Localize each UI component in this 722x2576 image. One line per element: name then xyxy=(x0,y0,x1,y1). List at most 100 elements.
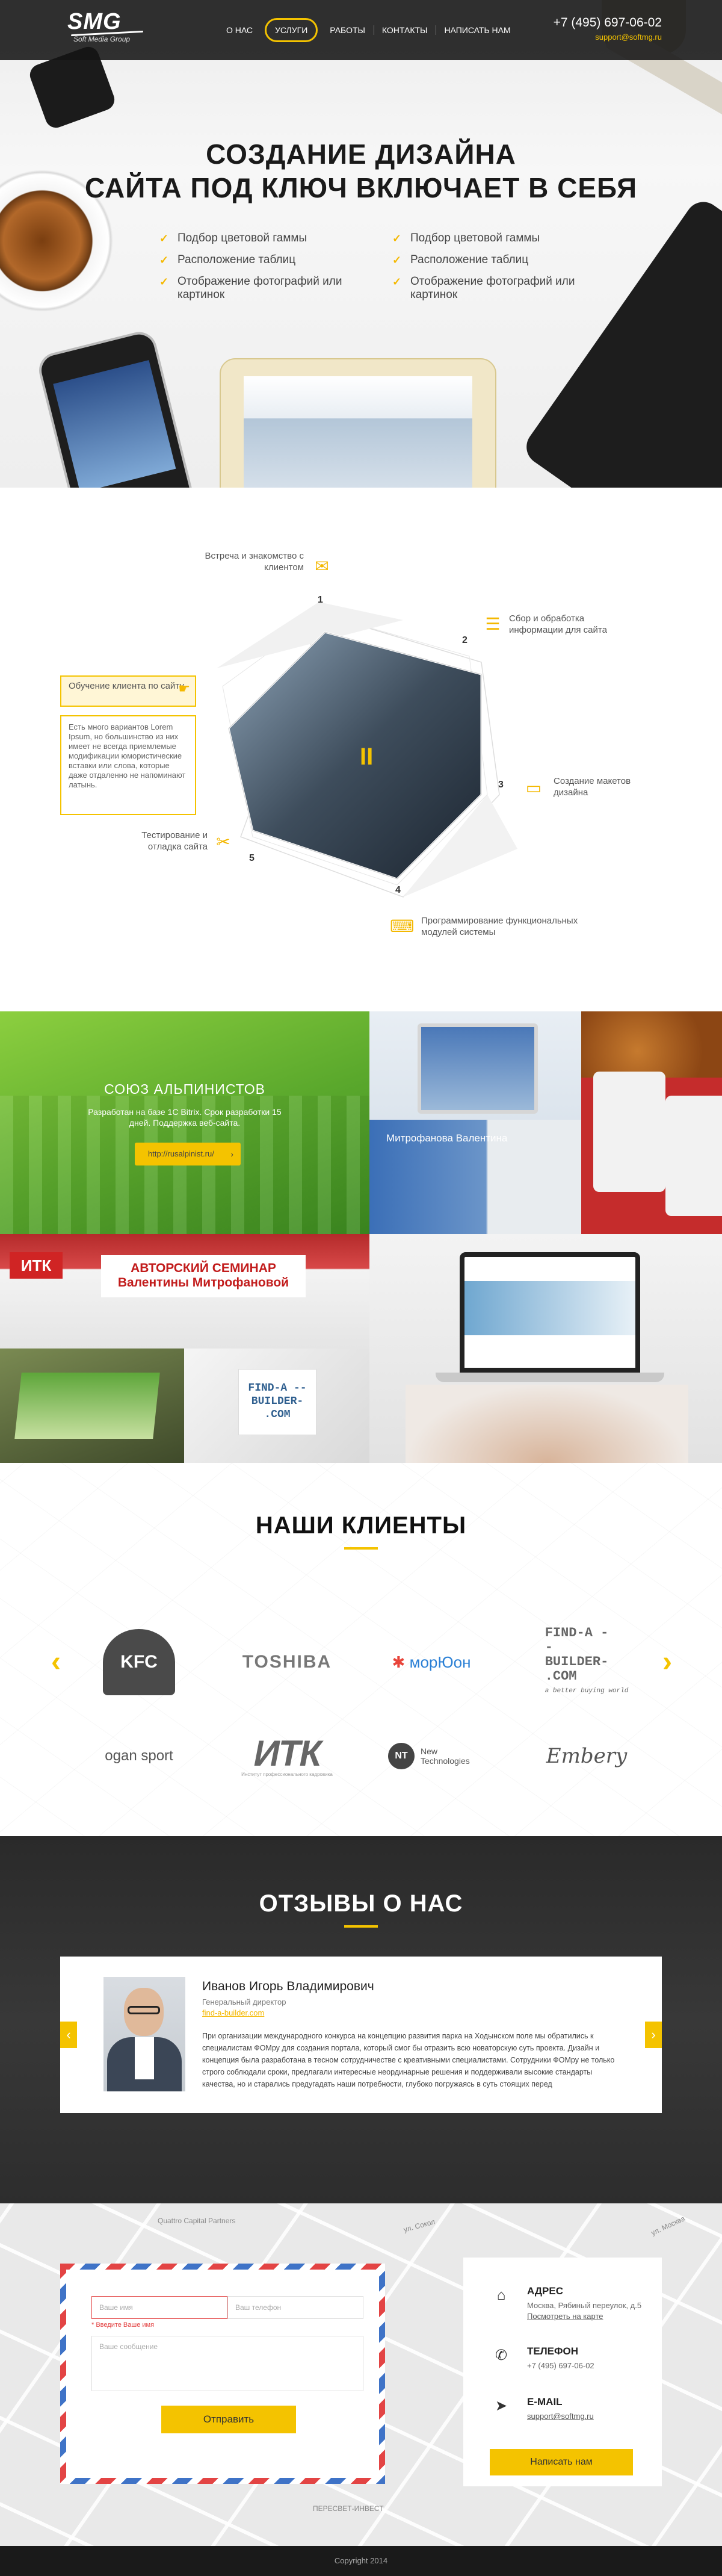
send-icon: ➤ xyxy=(495,2398,508,2414)
step-label: Тестирование и отладка сайта xyxy=(141,830,208,852)
tablet-mockup xyxy=(220,358,496,488)
feature-item: ✓ Подбор цветовой гаммы xyxy=(392,232,540,244)
header-email[interactable]: support@softmg.ru xyxy=(554,33,662,42)
phone-icon: ✆ xyxy=(495,2347,508,2363)
tools-icon: ✂ xyxy=(216,833,230,851)
portfolio-title: СОЮЗ АЛЬПИНИСТОВ xyxy=(104,1081,265,1097)
feature-item: ✓ Отображение фотографий или картинок xyxy=(159,275,342,301)
logo[interactable]: SMG Soft Media Group xyxy=(67,9,143,43)
seminar-heading: АВТОРСКИЙ СЕМИНАР Валентины Митрофановой xyxy=(101,1255,306,1297)
step-number: 3 xyxy=(498,780,504,790)
client-logo-ogan-sport[interactable]: ogan sport xyxy=(82,1723,196,1789)
email-link[interactable]: support@softmg.ru xyxy=(527,2412,594,2421)
chevron-right-icon[interactable]: › xyxy=(658,1647,676,1677)
house-icon: ⌂ xyxy=(496,2287,506,2303)
portfolio-macbook[interactable] xyxy=(369,1234,722,1463)
phone-text[interactable]: +7 (495) 697-06-02 xyxy=(527,2361,594,2370)
client-logo-embery[interactable]: Embery xyxy=(529,1723,644,1789)
nav-contacts[interactable]: КОНТАКТЫ xyxy=(373,18,436,42)
check-icon: ✓ xyxy=(159,254,169,266)
clients-title: НАШИ КЛИЕНТЫ xyxy=(255,1512,467,1539)
email-title: E-MAIL xyxy=(527,2396,563,2407)
header-bar: SMG Soft Media Group О НАС УСЛУГИ РАБОТЫ… xyxy=(0,0,722,60)
portfolio-imac[interactable]: Митрофанова Валентина xyxy=(369,1011,581,1234)
title-underline xyxy=(344,1925,378,1928)
nav-write-us[interactable]: НАПИСАТЬ НАМ xyxy=(436,18,519,42)
clients-section: НАШИ КЛИЕНТЫ ‹ › KFC TOSHIBA ✱ морЮон FI… xyxy=(0,1463,722,1836)
client-logo-itk[interactable]: ИТК Институт профессионального кадровика xyxy=(230,1723,344,1789)
chevron-right-icon[interactable]: › xyxy=(645,2022,662,2048)
check-icon: ✓ xyxy=(159,276,169,288)
portfolio-link[interactable]: http://rusalpinist.ru/ › xyxy=(135,1143,241,1165)
itk-logo: ИТК xyxy=(10,1252,63,1279)
reviewer-site-link[interactable]: find-a-builder.com xyxy=(202,2008,264,2017)
main-nav: О НАС УСЛУГИ РАБОТЫ КОНТАКТЫ НАПИСАТЬ НА… xyxy=(218,18,519,42)
message-field[interactable]: Ваше сообщение xyxy=(91,2336,363,2391)
code-icon: ⌨ xyxy=(390,917,415,936)
features-left: ✓ Подбор цветовой гаммы ✓ Расположение таб… xyxy=(159,232,352,310)
step-number: 2 xyxy=(462,635,467,645)
monitor-icon: ▭ xyxy=(525,778,542,797)
review-text: При организации международного конкурса … xyxy=(202,2032,615,2088)
chevron-left-icon[interactable]: ‹ xyxy=(47,1647,65,1677)
check-icon: ✓ xyxy=(159,232,169,244)
footer: Copyright 2014 xyxy=(0,2546,722,2576)
phone-field[interactable]: Ваш телефон xyxy=(227,2296,363,2319)
client-logo-moreon[interactable]: ✱ морЮон xyxy=(374,1629,489,1695)
nav-services[interactable]: УСЛУГИ xyxy=(265,18,318,42)
nav-about[interactable]: О НАС xyxy=(218,18,261,42)
training-description: Есть много вариантов Lorem Ipsum, но бол… xyxy=(60,715,196,815)
client-logo-new-technologies[interactable]: NT New Technologies xyxy=(374,1723,489,1789)
contact-section: Quattro Capital Partners ул. Москва ПЕРЕ… xyxy=(0,2203,722,2546)
feature-item: ✓ Расположение таблиц xyxy=(392,253,529,266)
features-right: ✓ Подбор цветовой гаммы ✓ Расположение таб… xyxy=(392,232,585,310)
map-label: ПЕРЕСВЕТ-ИНВЕСТ xyxy=(313,2504,384,2513)
logo-subtitle: Soft Media Group xyxy=(73,35,131,43)
map-link[interactable]: Посмотреть на карте xyxy=(527,2312,603,2321)
pause-icon[interactable]: II xyxy=(360,743,373,770)
portfolio-section: СОЮЗ АЛЬПИНИСТОВ Разработан на базе 1С B… xyxy=(0,1011,722,1463)
reviewer-role: Генеральный директор xyxy=(202,1997,286,2006)
logo-text: SMG xyxy=(67,9,122,34)
reviewer-name: Иванов Игорь Владимирович xyxy=(202,1979,374,1993)
client-logo-toshiba[interactable]: TOSHIBA xyxy=(230,1629,344,1695)
write-us-button[interactable]: Написать нам xyxy=(490,2449,633,2475)
name-error: * Введите Ваше имя xyxy=(91,2321,155,2329)
nav-works[interactable]: РАБОТЫ xyxy=(321,18,374,42)
portfolio-find-a-builder[interactable]: FIND-A --BUILDER- .COM xyxy=(184,1349,369,1463)
contact-info-card: ⌂ АДРЕС Москва, Рябиный переулок, д.5 По… xyxy=(463,2258,662,2486)
portfolio-laptop[interactable] xyxy=(0,1349,184,1463)
step-label: Программирование функциональных модулей … xyxy=(421,916,578,937)
check-icon: ✓ xyxy=(392,254,402,266)
portfolio-seminar[interactable]: ИТК АВТОРСКИЙ СЕМИНАР Валентины Митрофан… xyxy=(0,1234,369,1349)
client-logo-kfc[interactable]: KFC xyxy=(82,1629,196,1695)
step-label: Сбор и обработка информации для сайта xyxy=(509,613,607,635)
reviewer-photo xyxy=(103,1977,185,2091)
find-a-builder-card: FIND-A --BUILDER- .COM xyxy=(238,1369,316,1435)
chevron-left-icon[interactable]: ‹ xyxy=(60,2022,77,2048)
document-icon: ☰ xyxy=(485,615,501,633)
header-phone[interactable]: +7 (495) 697-06-02 xyxy=(554,16,662,30)
step-number: 1 xyxy=(318,595,323,605)
reviews-section: ОТЗЫВЫ О НАС ‹ › Иванов Игорь Владимиров… xyxy=(0,1836,722,2203)
title-underline xyxy=(344,1547,378,1550)
portfolio-kfc[interactable] xyxy=(581,1011,722,1234)
name-field[interactable]: Ваше имя xyxy=(91,2296,227,2319)
review-card: ‹ › Иванов Игорь Владимирович Генеральны… xyxy=(60,1957,662,2113)
client-logo-find-a-builder[interactable]: FIND-A --BUILDER- .COM a better buying wo… xyxy=(529,1626,644,1695)
portfolio-description: Разработан на базе 1С Bitrix. Срок разра… xyxy=(88,1107,282,1128)
send-button[interactable]: Отправить xyxy=(161,2406,296,2433)
map-label: ул. Москва xyxy=(649,2214,687,2238)
hero-title: СОЗДАНИЕ ДИЗАЙНА САЙТА ПОД КЛЮЧ ВКЛЮЧАЕТ… xyxy=(0,137,722,205)
training-box[interactable]: Обучение клиента по сайту ☛ xyxy=(60,675,196,707)
portfolio-person-name: Митрофанова Валентина xyxy=(386,1132,508,1144)
hero-title-line1: СОЗДАНИЕ ДИЗАЙНА xyxy=(206,138,516,170)
training-label: Обучение клиента по сайту xyxy=(69,681,184,691)
map-label: Quattro Capital Partners xyxy=(158,2217,236,2225)
moreon-mark-icon: ✱ xyxy=(392,1653,410,1671)
check-icon: ✓ xyxy=(392,232,402,244)
contact-form: Ваше имя Ваш телефон * Введите Ваше имя … xyxy=(60,2264,385,2484)
smartphone-mockup xyxy=(35,328,196,488)
address-title: АДРЕС xyxy=(527,2285,563,2297)
portfolio-alpinist[interactable]: СОЮЗ АЛЬПИНИСТОВ Разработан на базе 1С B… xyxy=(0,1011,369,1234)
